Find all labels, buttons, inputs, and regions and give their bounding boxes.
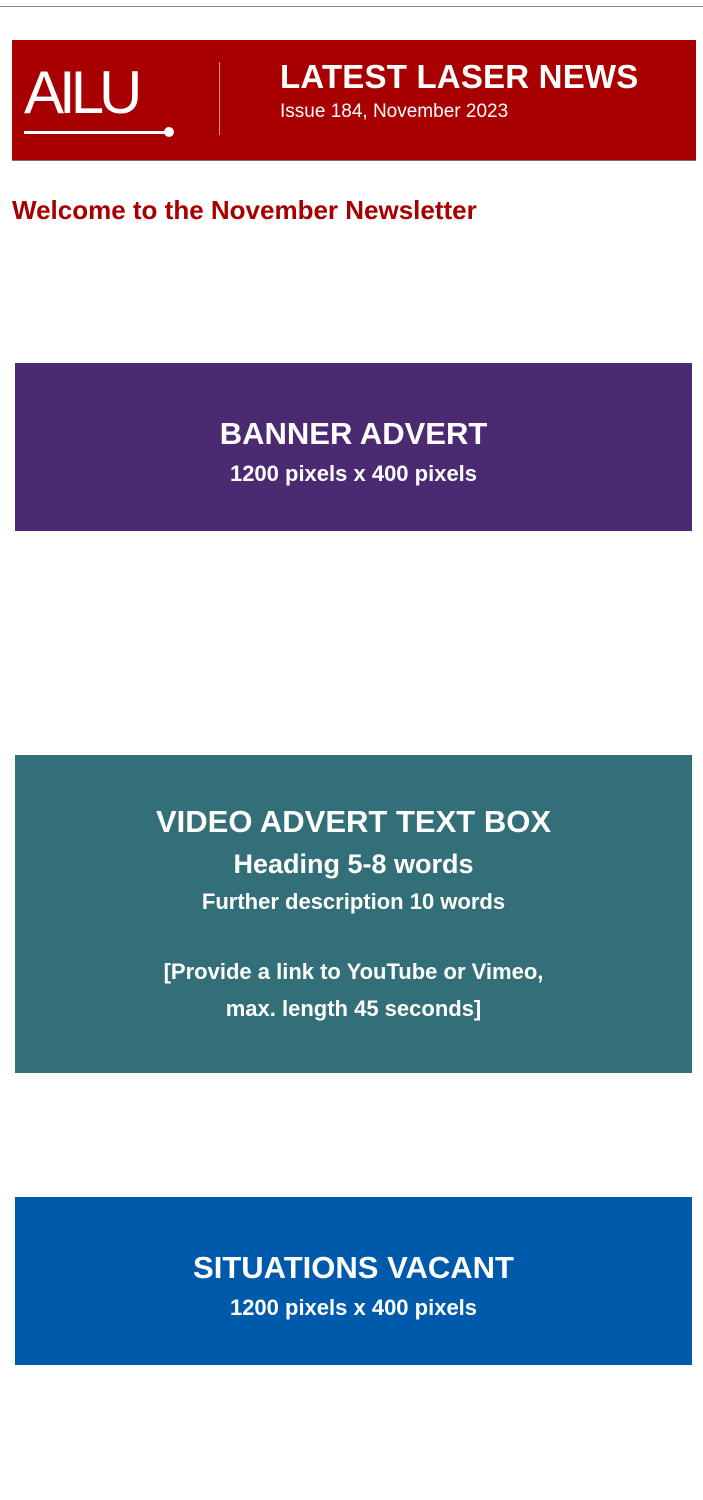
video-advert-description: Further description 10 words: [201, 889, 506, 914]
logo-underline: [24, 131, 168, 134]
ailu-logo[interactable]: AILU: [24, 59, 174, 139]
newsletter-header: AILU LATEST LASER NEWS Issue 184, Novemb…: [12, 40, 696, 161]
logo-text: AILU: [24, 59, 142, 126]
welcome-heading: Welcome to the November Newsletter: [12, 195, 477, 225]
logo-dot-icon: [164, 127, 174, 137]
banner-advert-size: 1200 pixels x 400 pixels: [229, 461, 478, 486]
situations-vacant-title: SITUATIONS VACANT: [193, 1250, 514, 1285]
video-advert-instruction-line2: max. length 45 seconds]: [225, 996, 482, 1021]
banner-advert[interactable]: BANNER ADVERT 1200 pixels x 400 pixels: [15, 363, 692, 531]
newsletter-title: LATEST LASER NEWS: [280, 58, 639, 95]
video-advert-box[interactable]: VIDEO ADVERT TEXT BOX Heading 5-8 words …: [15, 755, 692, 1073]
video-advert-heading: Heading 5-8 words: [233, 849, 474, 879]
header-divider: [219, 62, 220, 135]
banner-advert-title: BANNER ADVERT: [219, 416, 488, 451]
issue-label: Issue 184, November 2023: [280, 101, 509, 122]
situations-vacant-size: 1200 pixels x 400 pixels: [229, 1295, 478, 1320]
situations-vacant-box[interactable]: SITUATIONS VACANT 1200 pixels x 400 pixe…: [15, 1197, 692, 1365]
top-divider: [0, 6, 703, 7]
video-advert-title: VIDEO ADVERT TEXT BOX: [155, 804, 551, 839]
video-advert-instruction-line1: [Provide a link to YouTube or Vimeo,: [163, 959, 544, 984]
